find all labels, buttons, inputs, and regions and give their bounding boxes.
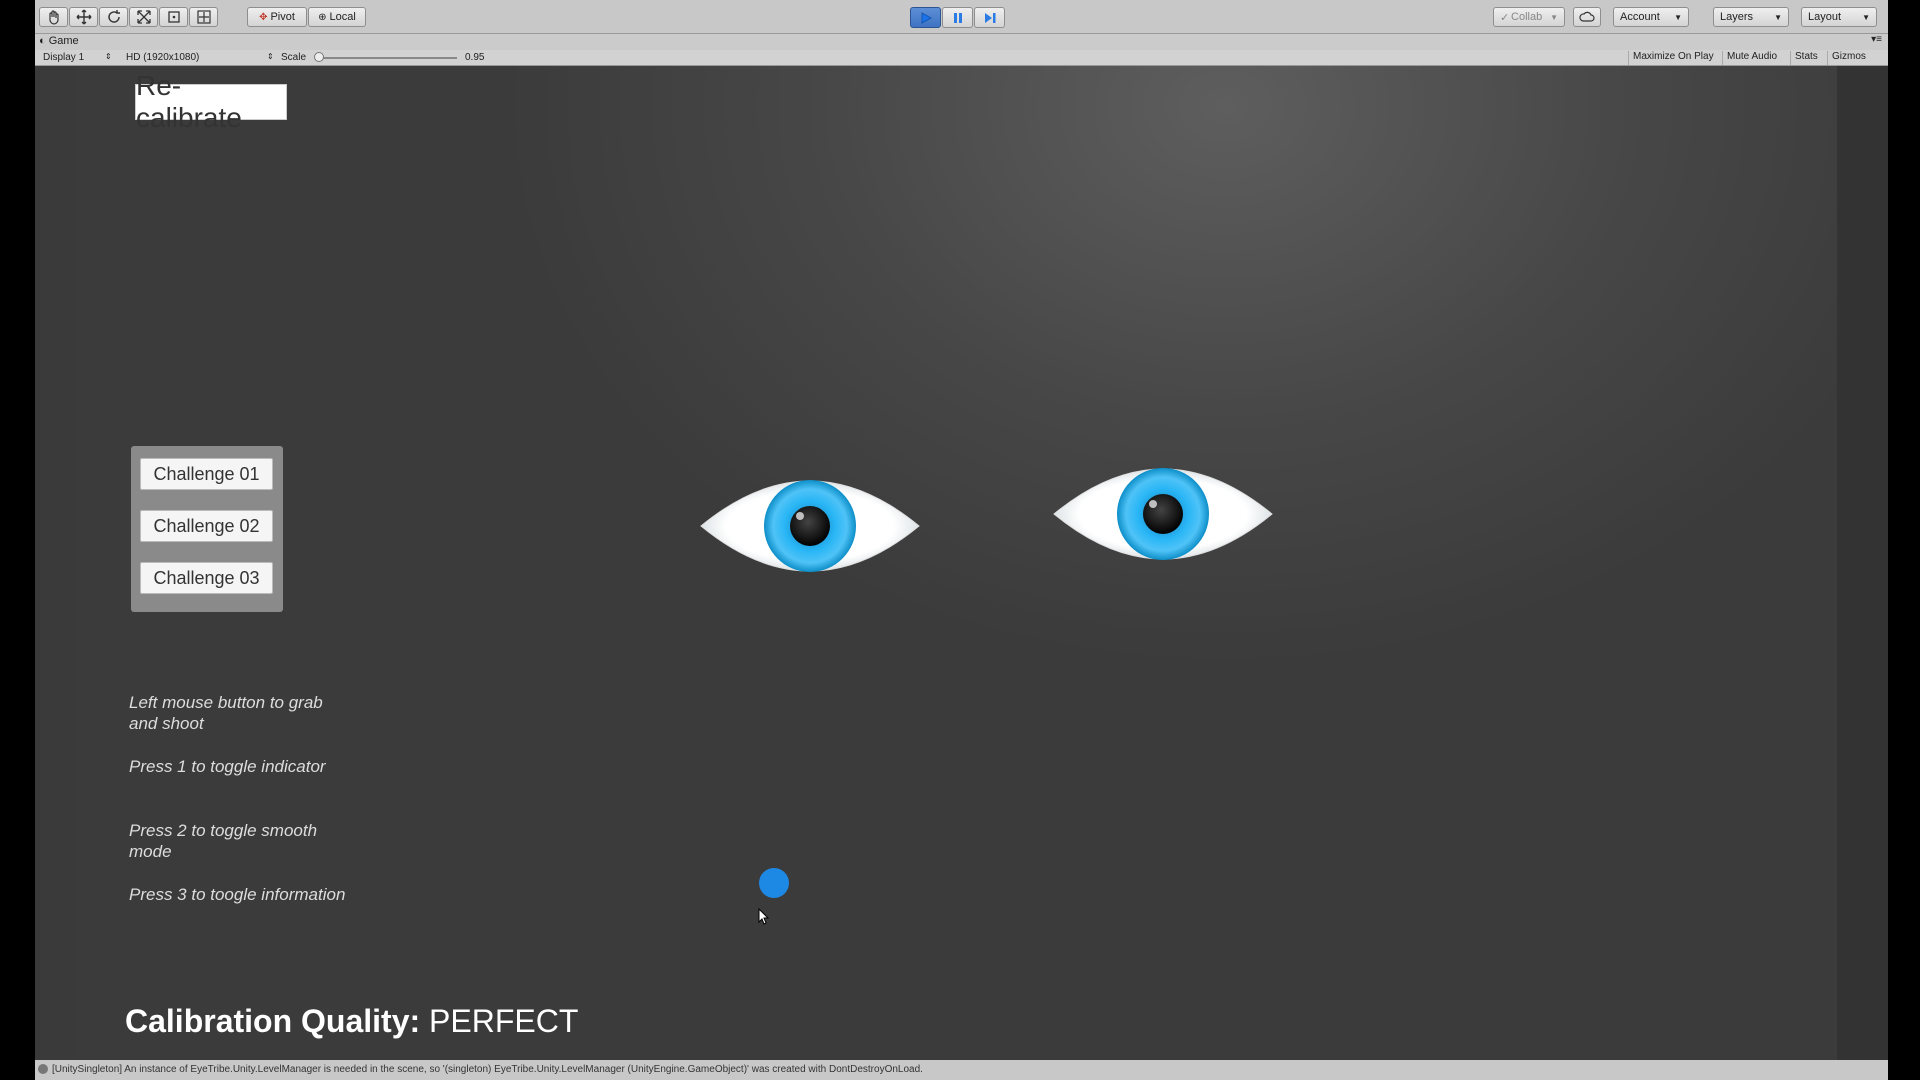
chevron-down-icon: ▼ — [1774, 12, 1782, 22]
calibration-quality-label: Calibration Quality: — [125, 1003, 421, 1039]
step-icon — [984, 12, 995, 23]
chevron-down-icon: ▼ — [1862, 12, 1870, 22]
game-tab-header: ◐ Game ▾≡ — [35, 34, 1888, 50]
tab-menu-icon[interactable]: ▾≡ — [1871, 34, 1882, 45]
play-icon — [921, 11, 932, 24]
viewport-letterbox — [1837, 66, 1888, 1060]
right-eye — [1053, 468, 1273, 560]
instruction-grab-shoot: Left mouse button to grab and shoot — [129, 693, 323, 733]
resolution-chevron-icon: ⇕ — [267, 52, 274, 61]
account-dropdown[interactable]: Account ▼ — [1613, 7, 1689, 27]
hand-icon — [48, 10, 59, 25]
gaze-indicator-dot — [759, 868, 789, 898]
game-viewport: Re-calibrate Challenge 01 Challenge 02 C… — [35, 66, 1888, 1060]
local-button[interactable]: ⊕ Local — [308, 7, 366, 27]
mute-audio-toggle[interactable]: Mute Audio — [1722, 51, 1781, 65]
scale-icon — [136, 10, 151, 24]
collab-label: Collab — [1511, 11, 1543, 23]
rotate-icon — [107, 10, 120, 23]
pivot-label: Pivot — [270, 11, 295, 23]
challenge-03-button[interactable]: Challenge 03 — [140, 562, 273, 594]
step-button[interactable] — [974, 7, 1005, 28]
stats-toggle[interactable]: Stats — [1790, 51, 1822, 65]
collab-dropdown[interactable]: ✓ Collab ▼ — [1493, 7, 1565, 27]
scale-slider-track[interactable] — [315, 57, 457, 59]
local-label: Local — [329, 11, 356, 23]
display-chevron-icon: ⇕ — [105, 52, 112, 61]
main-toolbar: ✥ Pivot ⊕ Local ✓ Collab ▼ Account ▼ Layers ▼ … — [35, 0, 1888, 34]
mouse-cursor-icon — [758, 908, 770, 925]
cloud-button[interactable] — [1573, 7, 1601, 27]
rect-icon — [167, 11, 180, 23]
cloud-icon — [1579, 11, 1595, 22]
scale-value: 0.95 — [465, 52, 485, 63]
challenge-panel: Challenge 01 Challenge 02 Challenge 03 — [131, 446, 283, 612]
tab-game[interactable]: ◐ Game — [39, 35, 79, 47]
recalibrate-label: Re-calibrate — [136, 70, 242, 133]
scale-tool-button[interactable] — [129, 7, 158, 27]
play-button[interactable] — [910, 7, 941, 28]
move-icon — [76, 9, 91, 25]
challenge-02-label: Challenge 02 — [153, 515, 260, 536]
info-icon — [38, 1064, 48, 1075]
pivot-button[interactable]: ✥ Pivot — [247, 7, 307, 27]
layout-label: Layout — [1808, 11, 1842, 23]
layers-label: Layers — [1720, 11, 1754, 23]
scale-label: Scale — [281, 52, 307, 63]
console-status-bar[interactable]: [UnitySingleton] An instance of EyeTribe… — [35, 1060, 1888, 1080]
gizmos-dropdown[interactable]: Gizmos — [1827, 51, 1870, 65]
game-view-bar: Display 1 ⇕ HD (1920x1080) ⇕ Scale 0.95 … — [35, 50, 1888, 66]
tab-game-label: Game — [48, 35, 79, 47]
unity-editor: ✥ Pivot ⊕ Local ✓ Collab ▼ Account ▼ Layers ▼ … — [35, 0, 1888, 1080]
instruction-toggle-info: Press 3 to toogle information — [129, 885, 346, 904]
account-label: Account — [1620, 11, 1660, 23]
move-tool-button[interactable] — [69, 7, 98, 27]
pause-icon — [953, 12, 962, 23]
layers-dropdown[interactable]: Layers ▼ — [1713, 7, 1789, 27]
layout-dropdown[interactable]: Layout ▼ — [1801, 7, 1877, 27]
challenge-02-button[interactable]: Challenge 02 — [140, 510, 273, 542]
hand-tool-button[interactable] — [39, 7, 68, 27]
rotate-tool-button[interactable] — [99, 7, 128, 27]
recalibrate-button[interactable]: Re-calibrate — [135, 70, 287, 133]
transform-icon — [196, 10, 211, 24]
instruction-toggle-indicator: Press 1 to toggle indicator — [129, 757, 326, 776]
chevron-down-icon: ▼ — [1550, 12, 1558, 22]
challenge-01-button[interactable]: Challenge 01 — [140, 458, 273, 490]
game-icon: ◐ — [39, 35, 46, 47]
scale-slider-handle[interactable] — [314, 52, 324, 62]
calibration-quality-value: PERFECT — [429, 1003, 579, 1039]
challenge-01-label: Challenge 01 — [153, 463, 260, 484]
pivot-icon: ✥ — [259, 11, 268, 23]
instruction-toggle-smooth: Press 2 to toggle smooth mode — [129, 821, 318, 861]
rect-tool-button[interactable] — [159, 7, 188, 27]
challenge-03-label: Challenge 03 — [153, 567, 260, 588]
maximize-on-play-toggle[interactable]: Maximize On Play — [1628, 51, 1718, 65]
transform-tool-button[interactable] — [189, 7, 218, 27]
local-icon: ⊕ — [318, 11, 327, 23]
pause-button[interactable] — [942, 7, 973, 28]
left-eye — [700, 480, 920, 572]
display-select[interactable]: Display 1 — [43, 52, 84, 63]
console-message: [UnitySingleton] An instance of EyeTribe… — [52, 1064, 923, 1075]
calibration-quality: Calibration Quality: PERFECT — [125, 1003, 578, 1040]
resolution-select[interactable]: HD (1920x1080) — [126, 52, 199, 63]
game-screen: Re-calibrate Challenge 01 Challenge 02 C… — [75, 66, 1837, 1060]
collab-check-icon: ✓ — [1500, 11, 1510, 24]
chevron-down-icon: ▼ — [1674, 12, 1682, 22]
